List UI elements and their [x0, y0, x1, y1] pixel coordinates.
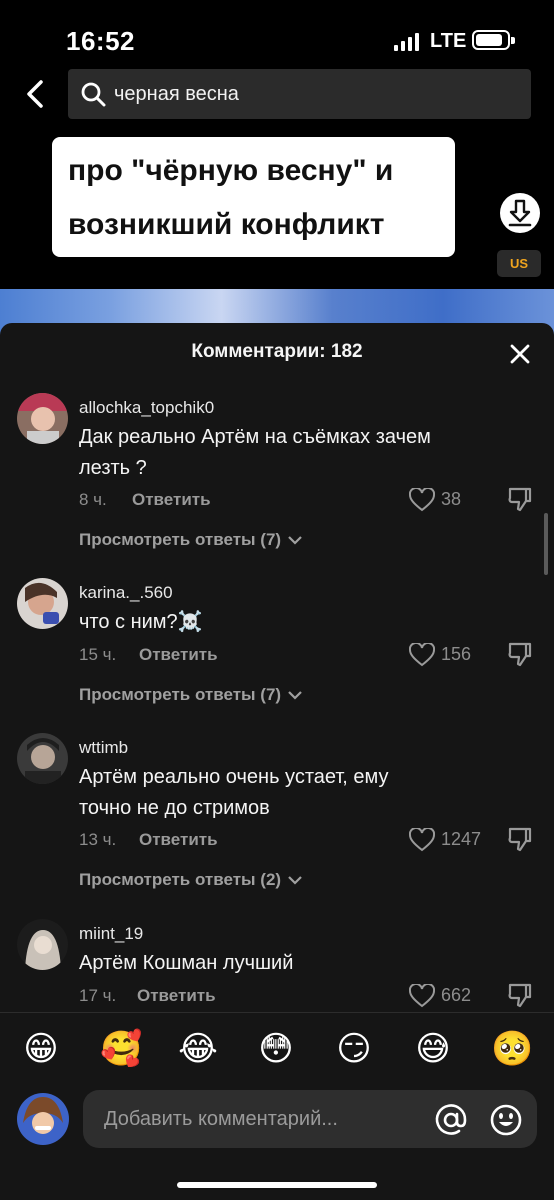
emoji-quick-bar: 😁 🥰 😂 😳 😏 😅 🥺 — [0, 1029, 554, 1075]
scrollbar[interactable] — [544, 513, 548, 575]
save-video-button[interactable] — [500, 193, 540, 233]
comment-text-line: Артём Кошман лучший — [79, 952, 294, 974]
video-title-line: возникший конфликт — [68, 208, 385, 241]
at-sign-icon[interactable] — [434, 1103, 468, 1137]
reply-button[interactable]: Ответить — [139, 830, 218, 850]
like-count: 156 — [441, 644, 472, 664]
comment-text: Артём реально очень устает, ему точно не… — [79, 762, 509, 824]
search-query: черная весна — [114, 82, 239, 105]
back-button[interactable] — [18, 76, 52, 112]
comment-text-line: точно не до стримов — [79, 797, 270, 819]
current-user-avatar — [17, 1093, 69, 1145]
heart-icon[interactable] — [409, 984, 435, 1008]
heart-icon[interactable] — [409, 643, 435, 667]
search-icon — [81, 82, 106, 107]
comment-username[interactable]: allochka_topchik0 — [79, 398, 214, 418]
comment-text: что с ним?☠️ — [79, 607, 509, 638]
smiley-icon[interactable] — [489, 1103, 523, 1137]
download-icon — [508, 199, 532, 227]
comment-text-line: Артём реально очень устает, ему — [79, 766, 389, 788]
comment-input-placeholder: Добавить комментарий... — [104, 1107, 338, 1130]
reply-button[interactable]: Ответить — [137, 986, 216, 1006]
comment-compose-bar: 😁 🥰 😂 😳 😏 😅 🥺 Добавить комментарий... — [0, 1012, 554, 1200]
search-input[interactable]: черная весна — [68, 69, 531, 119]
reply-button[interactable]: Ответить — [139, 645, 218, 665]
comment-text-line: Дак реально Артём на съёмках зачем — [79, 426, 431, 448]
heart-icon[interactable] — [409, 488, 435, 512]
emoji-button[interactable]: 😳 — [256, 1029, 296, 1069]
avatar[interactable] — [17, 919, 68, 970]
video-title-card: про "чёрную весну" и возникший конфликт — [52, 137, 455, 257]
emoji-button[interactable]: 😅 — [413, 1029, 453, 1069]
comment-time: 17 ч. — [79, 986, 117, 1005]
comment-username[interactable]: miint_19 — [79, 924, 143, 944]
like-count: 1247 — [441, 829, 482, 849]
avatar[interactable] — [17, 733, 68, 784]
view-replies-label: Просмотреть ответы (2) — [79, 870, 282, 889]
comment-username[interactable]: wttimb — [79, 738, 128, 758]
comment-time: 15 ч. — [79, 645, 117, 664]
view-replies-button[interactable]: Просмотреть ответы (2) — [79, 870, 303, 890]
video-title-line: про "чёрную весну" и — [68, 154, 394, 187]
battery-icon — [472, 30, 515, 50]
like-count: 38 — [441, 489, 462, 509]
comment-text-line: лезть ? — [79, 457, 147, 479]
close-icon[interactable] — [506, 340, 534, 368]
comment-text: Артём Кошман лучший — [79, 948, 509, 979]
comment-time: 8 ч. — [79, 490, 107, 509]
home-indicator[interactable] — [177, 1182, 377, 1188]
avatar[interactable] — [17, 578, 68, 629]
thumbs-down-icon[interactable] — [507, 486, 533, 512]
view-replies-button[interactable]: Просмотреть ответы (7) — [79, 685, 303, 705]
chevron-down-icon — [288, 691, 302, 700]
emoji-button[interactable]: 🥰 — [100, 1029, 142, 1069]
heart-icon[interactable] — [409, 828, 435, 852]
network-type: LTE — [430, 30, 467, 52]
avatar[interactable] — [17, 393, 68, 444]
comment-text: Дак реально Артём на съёмках зачем лезть… — [79, 422, 509, 484]
view-replies-label: Просмотреть ответы (7) — [79, 530, 282, 549]
chevron-down-icon — [288, 876, 302, 885]
emoji-button[interactable]: 😏 — [334, 1029, 374, 1069]
thumbs-down-icon[interactable] — [507, 982, 533, 1008]
emoji-button[interactable]: 😁 — [21, 1029, 61, 1069]
comment-username[interactable]: karina._.560 — [79, 583, 173, 603]
comment-input[interactable]: Добавить комментарий... — [83, 1090, 537, 1148]
region-badge: US — [497, 250, 541, 277]
comment-text-line: что с ним?☠️ — [79, 611, 203, 633]
chevron-left-icon — [27, 80, 43, 108]
like-count: 662 — [441, 985, 472, 1005]
thumbs-down-icon[interactable] — [507, 826, 533, 852]
status-bar: 16:52 LTE — [0, 0, 554, 70]
chevron-down-icon — [288, 536, 302, 545]
comment-time: 13 ч. — [79, 830, 117, 849]
emoji-button[interactable]: 😂 — [178, 1029, 218, 1069]
view-replies-button[interactable]: Просмотреть ответы (7) — [79, 530, 303, 550]
comments-title: Комментарии: 182 — [191, 341, 363, 362]
signal-strength-icon — [394, 33, 419, 51]
view-replies-label: Просмотреть ответы (7) — [79, 685, 282, 704]
thumbs-down-icon[interactable] — [507, 641, 533, 667]
status-time: 16:52 — [66, 26, 135, 56]
reply-button[interactable]: Ответить — [132, 490, 211, 510]
emoji-button[interactable]: 🥺 — [491, 1029, 533, 1069]
